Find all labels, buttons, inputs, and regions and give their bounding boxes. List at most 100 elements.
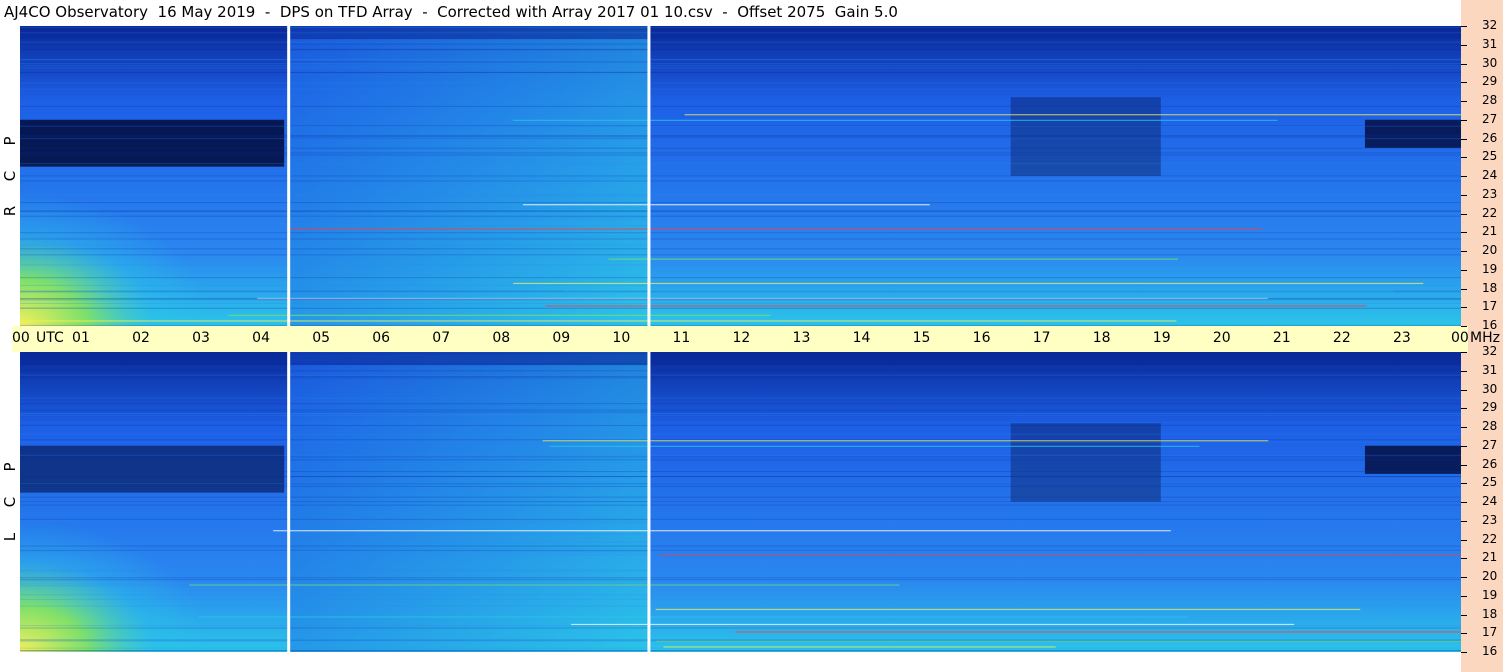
frequency-tick-label: 24: [1482, 168, 1498, 182]
rcp-texture: [20, 238, 1461, 240]
frequency-tick-label: 20: [1482, 569, 1498, 583]
frequency-tick-label: 32: [1482, 18, 1498, 32]
rcp-texture: [20, 43, 1461, 45]
frequency-tick-label: 29: [1482, 74, 1498, 89]
rcp-streak-6: [608, 258, 1178, 260]
rcp-texture: [20, 82, 1461, 84]
lcp-texture: [20, 397, 1461, 399]
lcp-texture: [20, 454, 1461, 456]
rcp-texture: [20, 299, 1461, 301]
rcp-texture: [20, 32, 1461, 34]
lcp-streak-0: [663, 646, 1056, 648]
lcp-texture: [20, 370, 1461, 372]
rcp-spectrogram-canvas: [20, 26, 1461, 326]
lcp-texture: [20, 377, 1461, 379]
rcp-low-freq-glow: [20, 194, 213, 326]
rcp-texture: [20, 248, 1461, 250]
frequency-tick: [1461, 326, 1467, 327]
rcp-texture: [20, 48, 1461, 50]
lcp-texture: [20, 412, 1461, 414]
frequency-tick: [1461, 119, 1467, 121]
lcp-gap-1: [287, 352, 291, 652]
frequency-tick: [1461, 614, 1467, 616]
lcp-texture: [20, 409, 1461, 411]
rcp-letter-r: R: [1, 205, 19, 217]
time-label: 20: [1212, 330, 1231, 346]
frequency-tick: [1461, 577, 1467, 578]
lcp-texture: [20, 374, 1461, 376]
lcp-spectrogram-canvas: [20, 352, 1461, 652]
frequency-tick-label: 18: [1482, 280, 1498, 295]
lcp-texture: [20, 640, 1461, 642]
rcp-texture: [20, 65, 1461, 67]
frequency-tick: [1461, 213, 1467, 215]
lcp-letter-c: C: [1, 496, 19, 508]
time-label: 16: [972, 330, 991, 346]
frequency-tick-label: 17: [1482, 625, 1498, 640]
rcp-texture: [20, 291, 1461, 293]
chart-title: AJ4CO Observatory 16 May 2019 - DPS on T…: [4, 3, 898, 21]
frequency-tick-label: 26: [1482, 456, 1498, 471]
lcp-texture: [20, 456, 1461, 458]
rcp-texture: [20, 154, 1461, 156]
time-label: 12: [732, 330, 751, 346]
frequency-tick-label: 22: [1482, 205, 1498, 220]
rcp-texture: [20, 277, 1461, 279]
frequency-tick: [1461, 502, 1467, 503]
frequency-tick: [1461, 157, 1467, 159]
time-label: 19: [1152, 330, 1171, 346]
lcp-texture: [20, 585, 1461, 587]
frequency-tick-label: 32: [1482, 344, 1498, 358]
lcp-streak-4: [198, 616, 1189, 618]
lcp-texture: [20, 486, 1461, 488]
lcp-texture: [20, 598, 1461, 600]
rcp-gap-1: [287, 26, 291, 326]
lcp-texture: [20, 439, 1461, 441]
frequency-tick: [1461, 427, 1467, 428]
frequency-tick-label: 16: [1482, 644, 1498, 658]
frequency-tick: [1461, 269, 1467, 271]
lcp-spectrogram: [20, 352, 1461, 652]
lcp-gap-2: [647, 352, 651, 652]
rcp-texture: [20, 61, 1461, 63]
frequency-tick: [1461, 558, 1467, 560]
lcp-letter-p: P: [1, 462, 19, 472]
lcp-texture: [20, 363, 1461, 365]
frequency-tick-label: 25: [1482, 475, 1498, 490]
lcp-texture: [20, 647, 1461, 649]
frequency-tick-label: 21: [1482, 224, 1498, 239]
lcp-texture: [20, 569, 1461, 571]
lcp-streak-9: [549, 445, 1200, 447]
frequency-tick: [1461, 138, 1467, 140]
frequency-tick-label: 17: [1482, 299, 1498, 314]
time-label: 17: [1032, 330, 1051, 346]
frequency-tick: [1461, 539, 1467, 541]
frequency-tick: [1461, 101, 1467, 102]
rcp-gap-2: [647, 26, 651, 326]
lcp-streak-2: [735, 631, 1461, 633]
frequency-tick: [1461, 44, 1467, 46]
rcp-texture: [20, 26, 1461, 28]
frequency-tick-label: 27: [1482, 111, 1498, 126]
rcp-streak-0: [20, 320, 1177, 322]
lcp-streak-3: [571, 623, 1295, 626]
time-label: 05: [312, 330, 331, 346]
lcp-texture: [20, 594, 1461, 596]
frequency-tick: [1461, 483, 1467, 485]
time-label: 13: [792, 330, 811, 346]
lcp-texture: [20, 551, 1461, 553]
lcp-texture: [20, 577, 1461, 579]
lcp-texture: [20, 545, 1461, 547]
frequency-tick-label: 16: [1482, 318, 1498, 332]
rcp-texture: [20, 180, 1461, 182]
frequency-tick-label: 25: [1482, 149, 1498, 164]
lcp-texture: [20, 650, 1461, 652]
lcp-texture: [20, 583, 1461, 585]
frequency-tick: [1461, 82, 1467, 84]
lcp-texture: [20, 501, 1461, 503]
rcp-night-band-left: [20, 119, 285, 167]
lcp-texture: [20, 541, 1461, 543]
frequency-tick-label: 31: [1482, 362, 1498, 377]
lcp-texture: [20, 579, 1461, 581]
frequency-tick: [1461, 251, 1467, 252]
